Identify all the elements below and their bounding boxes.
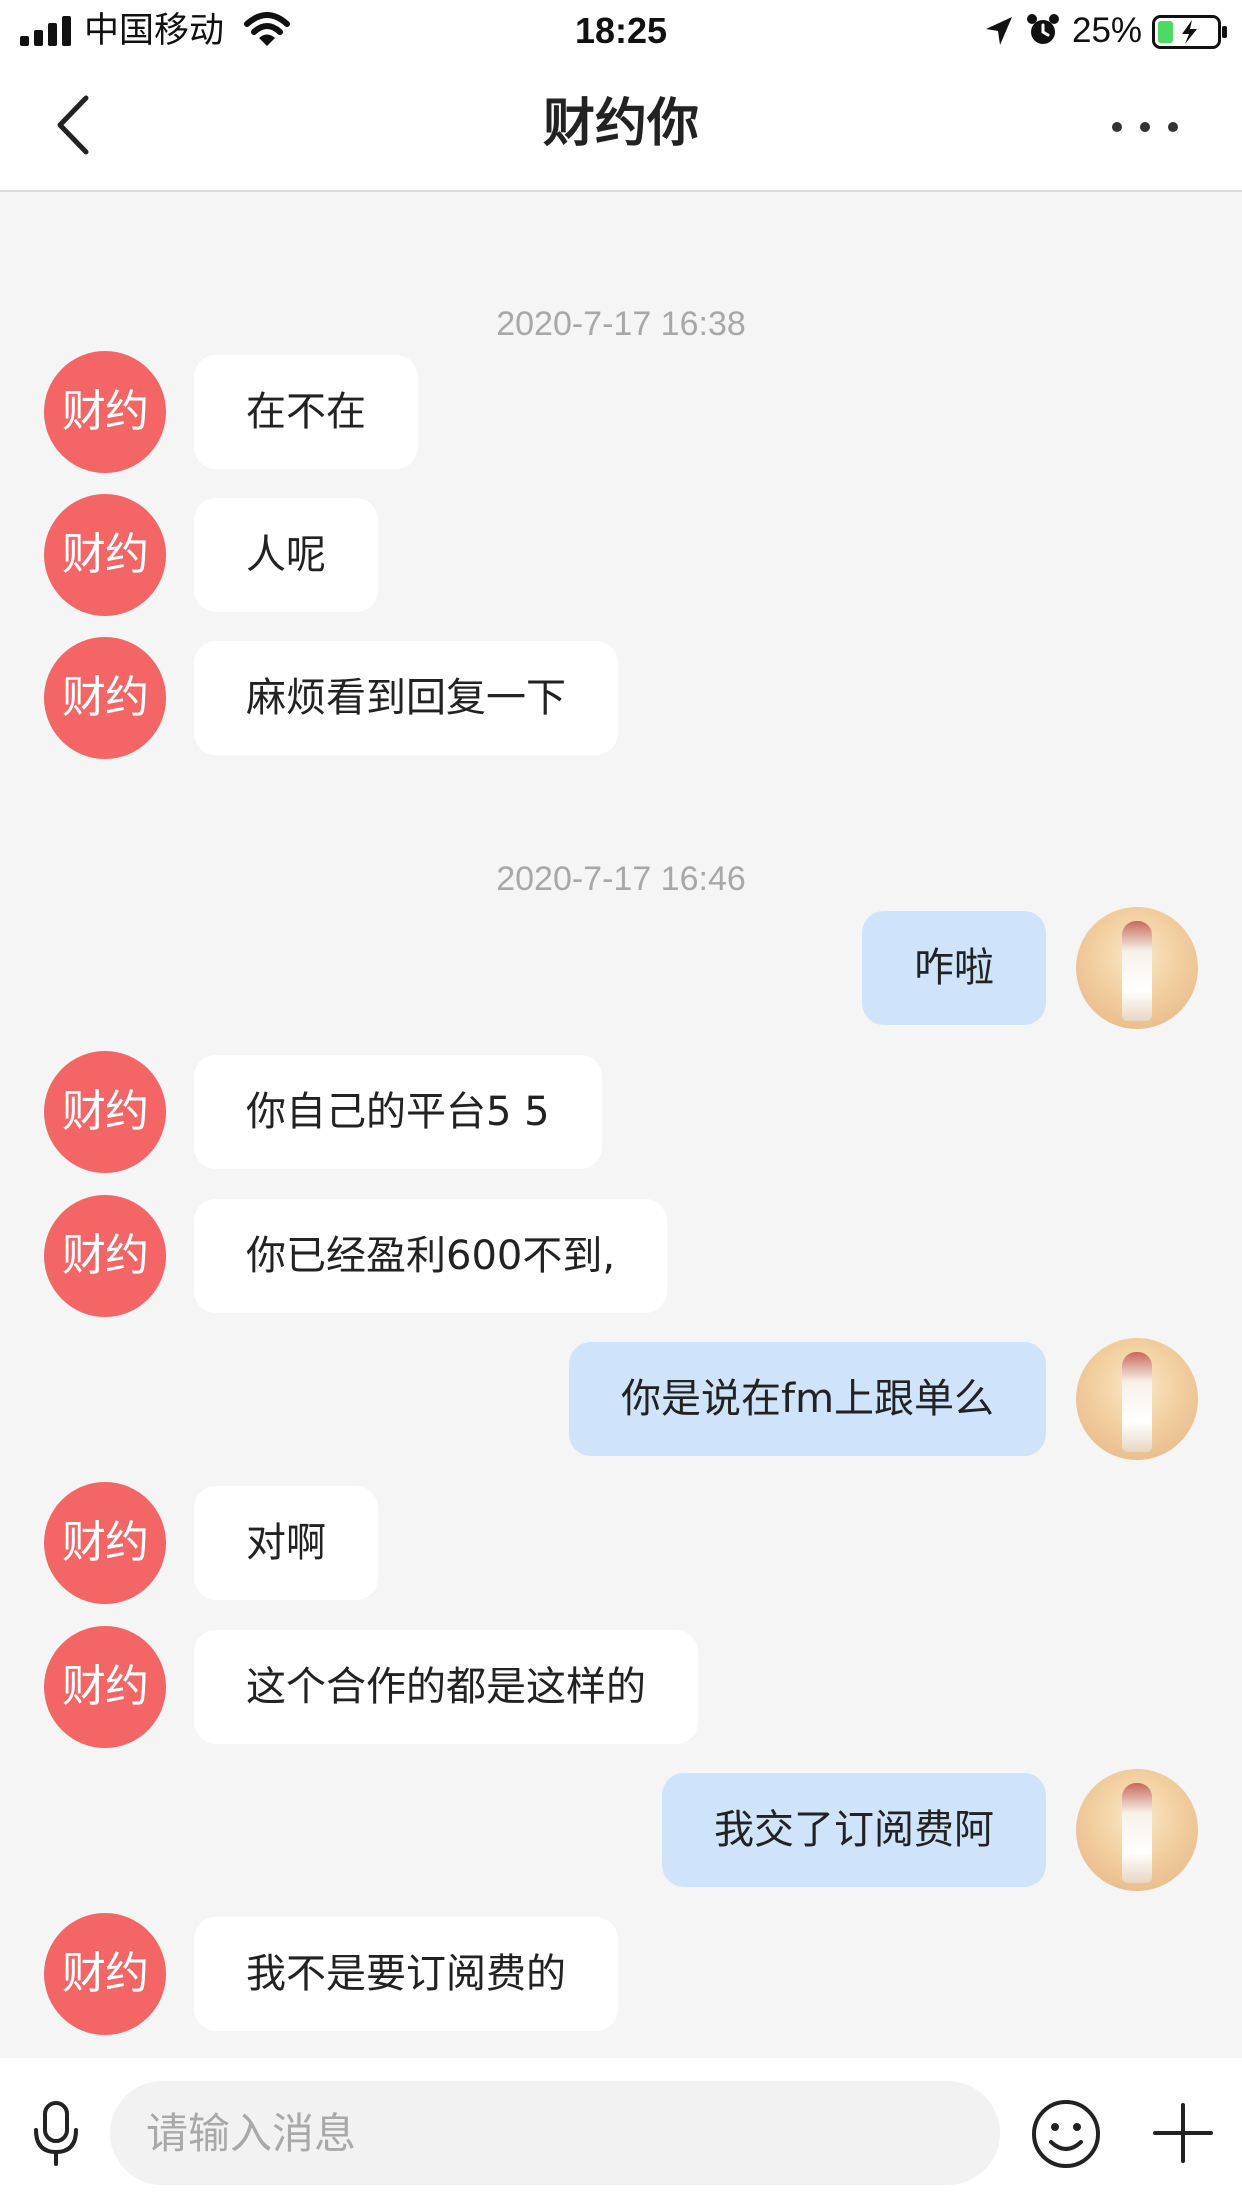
contact-avatar[interactable]: 财约 [44, 351, 166, 473]
microphone-icon[interactable] [30, 2100, 82, 2168]
avatar-photo [1122, 1352, 1152, 1452]
contact-avatar[interactable]: 财约 [44, 494, 166, 616]
message-input[interactable] [110, 2081, 1000, 2185]
emoji-icon[interactable] [1030, 2098, 1102, 2170]
battery-icon [1152, 15, 1227, 49]
contact-avatar[interactable]: 财约 [44, 1626, 166, 1748]
avatar-photo [1122, 921, 1152, 1021]
contact-avatar[interactable]: 财约 [44, 637, 166, 759]
incoming-message-bubble[interactable]: 麻烦看到回复一下 [194, 641, 618, 755]
incoming-message-bubble[interactable]: 在不在 [194, 355, 418, 469]
outgoing-message-bubble[interactable]: 咋啦 [862, 911, 1046, 1025]
input-bar [0, 2058, 1242, 2208]
incoming-message-bubble[interactable]: 人呢 [194, 498, 378, 612]
battery-percent: 25% [1072, 11, 1143, 50]
user-avatar[interactable] [1076, 1338, 1198, 1460]
status-bar: 中国移动 18:25 25% [0, 0, 1242, 62]
location-icon [986, 17, 1012, 45]
incoming-message-bubble[interactable]: 我不是要订阅费的 [194, 1917, 618, 2031]
avatar-photo [1122, 1783, 1152, 1883]
contact-avatar[interactable]: 财约 [44, 1482, 166, 1604]
incoming-message-bubble[interactable]: 你自己的平台5 5 [194, 1055, 602, 1169]
contact-avatar[interactable]: 财约 [44, 1051, 166, 1173]
chat-timestamp: 2020-7-17 16:46 [496, 860, 746, 898]
alarm-icon [1027, 14, 1059, 44]
contact-avatar[interactable]: 财约 [44, 1913, 166, 2035]
outgoing-message-bubble[interactable]: 我交了订阅费阿 [662, 1773, 1046, 1887]
user-avatar[interactable] [1076, 1769, 1198, 1891]
incoming-message-bubble[interactable]: 对啊 [194, 1486, 378, 1600]
incoming-message-bubble[interactable]: 这个合作的都是这样的 [194, 1630, 698, 1744]
outgoing-message-bubble[interactable]: 你是说在fm上跟单么 [569, 1342, 1047, 1456]
plus-icon[interactable] [1152, 2102, 1214, 2164]
chat-timestamp: 2020-7-17 16:38 [496, 305, 746, 343]
contact-avatar[interactable]: 财约 [44, 1195, 166, 1317]
chat-message-list[interactable]: 财约人呢2020-7-17 16:38财约在不在财约人呢财约麻烦看到回复一下20… [0, 192, 1242, 2058]
navigation-bar: 财约你 [0, 62, 1242, 192]
user-avatar[interactable] [1076, 907, 1198, 1029]
page-title: 财约你 [542, 94, 699, 154]
incoming-message-bubble[interactable]: 你已经盈利600不到, [194, 1199, 668, 1313]
more-icon[interactable] [1106, 102, 1184, 152]
